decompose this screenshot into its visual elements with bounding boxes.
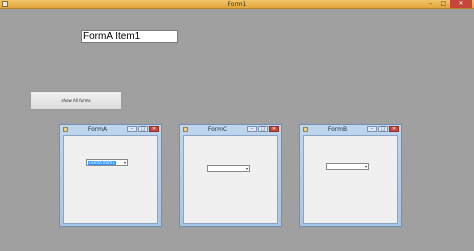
child-maximize-button[interactable]: □	[138, 126, 148, 132]
child-client-area: ▾	[303, 135, 398, 224]
child-window-forma[interactable]: FormA – □ ✕ FormA Item1 ▾	[59, 124, 162, 227]
main-titlebar[interactable]: Form1 – □ ✕	[0, 0, 474, 9]
close-button[interactable]: ✕	[450, 0, 472, 8]
child-close-button[interactable]: ✕	[269, 126, 279, 132]
child-titlebar[interactable]: FormA – □ ✕	[60, 125, 161, 134]
minimize-button[interactable]: –	[424, 0, 437, 8]
child-close-button[interactable]: ✕	[389, 126, 399, 132]
child-minimize-button[interactable]: –	[367, 126, 377, 132]
show-all-forms-button[interactable]: show All forms	[30, 91, 122, 110]
child-minimize-button[interactable]: –	[247, 126, 257, 132]
child-window-formb[interactable]: FormB – □ ✕ ▾	[299, 124, 402, 227]
formc-combobox[interactable]: ▾	[207, 165, 250, 172]
child-titlebar[interactable]: FormB – □ ✕	[300, 125, 401, 134]
child-title: FormB	[327, 126, 348, 133]
combobox-selected-text: FormA Item1	[88, 160, 116, 165]
child-window-controls: – □ ✕	[127, 126, 159, 132]
selected-item-label: FormA Item1	[81, 30, 178, 43]
formb-combobox[interactable]: ▾	[326, 163, 369, 170]
window-title: Form1	[227, 1, 247, 8]
maximize-button[interactable]: □	[437, 0, 450, 8]
child-close-button[interactable]: ✕	[149, 126, 159, 132]
window-controls: – □ ✕	[424, 0, 472, 8]
child-client-area: FormA Item1 ▾	[63, 135, 158, 224]
forma-combobox[interactable]: FormA Item1 ▾	[86, 159, 128, 166]
child-minimize-button[interactable]: –	[127, 126, 137, 132]
child-title: FormA	[87, 126, 108, 133]
child-maximize-button[interactable]: □	[258, 126, 268, 132]
child-window-controls: – □ ✕	[367, 126, 399, 132]
child-titlebar[interactable]: FormC – □ ✕	[180, 125, 281, 134]
child-title: FormC	[207, 126, 228, 133]
child-maximize-button[interactable]: □	[378, 126, 388, 132]
chevron-down-icon[interactable]: ▾	[246, 166, 248, 171]
child-client-area: ▾	[183, 135, 278, 224]
chevron-down-icon[interactable]: ▾	[365, 164, 367, 169]
chevron-down-icon[interactable]: ▾	[124, 160, 126, 165]
child-window-formc[interactable]: FormC – □ ✕ ▾	[179, 124, 282, 227]
child-window-controls: – □ ✕	[247, 126, 279, 132]
